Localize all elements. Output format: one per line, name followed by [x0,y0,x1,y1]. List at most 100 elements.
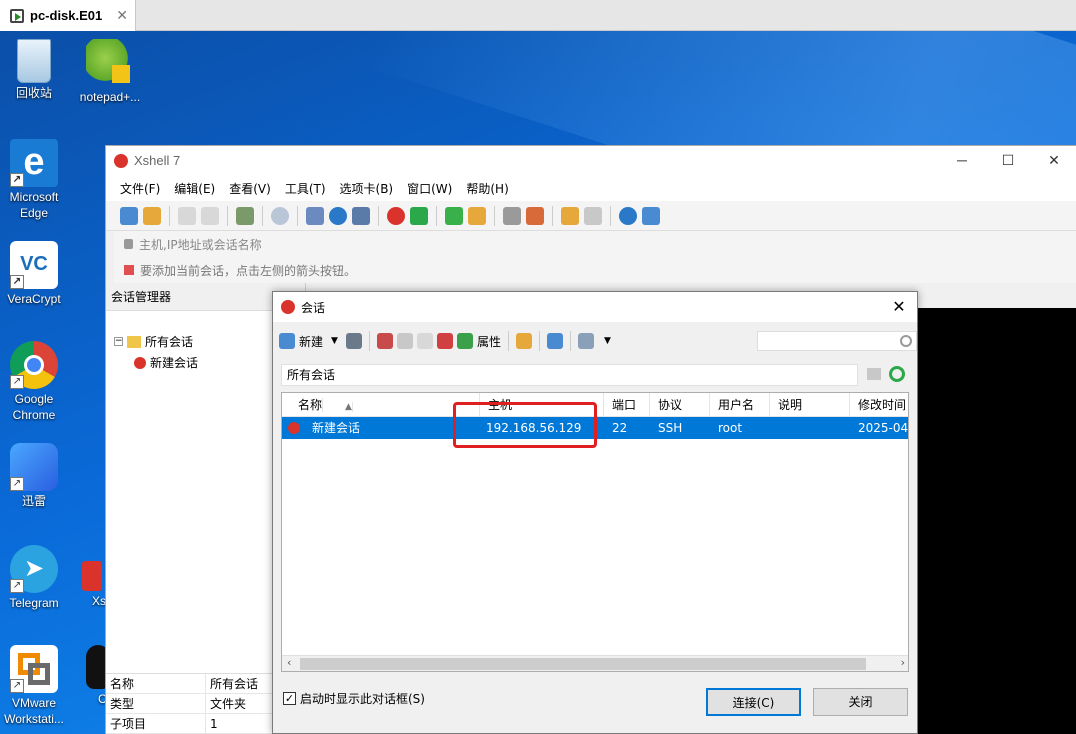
column-desc[interactable]: 说明 [770,393,850,417]
session-tree: − 所有会话 新建会话 [114,333,198,371]
keyboard-icon[interactable] [503,206,521,225]
copy-icon[interactable] [396,333,413,349]
maximize-button[interactable]: ☐ [985,146,1031,175]
xftp-icon[interactable] [410,206,428,225]
scroll-thumb[interactable] [300,658,866,670]
grid-icon[interactable] [584,206,602,225]
view-icon[interactable] [577,333,594,349]
vm-tab-bar: pc-disk.E01 ✕ [0,0,1076,31]
search-input[interactable] [757,331,917,351]
folder-up-icon[interactable] [867,368,881,380]
desktop-icon-chrome[interactable]: ↗ Google Chrome [0,341,71,423]
column-name[interactable]: 名称 ▲ [282,393,480,417]
xshell-title: Xshell 7 [134,153,181,168]
vm-tab[interactable]: pc-disk.E01 ✕ [0,0,136,31]
search-icon [900,335,912,347]
address-bar[interactable]: 主机,IP地址或会话名称 [114,231,1076,257]
scroll-left-icon[interactable]: ‹ [287,656,291,669]
cell-desc [770,417,850,439]
scroll-right-icon[interactable]: › [901,656,905,669]
properties-button[interactable]: 属性 [477,333,501,350]
dialog-toolbar: 新建 ▼ 属性 ▼ [279,328,917,354]
menu-edit[interactable]: 编辑(E) [174,180,215,197]
new-button[interactable]: 新建 [299,333,323,350]
menu-view[interactable]: 查看(V) [229,180,271,197]
cell-user: root [718,421,743,435]
paste-icon[interactable] [416,333,433,349]
path-bar[interactable]: 所有会话 [281,364,858,386]
shortcut-icon[interactable] [546,333,563,349]
highlight-icon[interactable] [526,206,544,225]
desktop-icon-label: notepad+... [79,90,141,104]
vm-icon [10,8,24,23]
desktop-icon-veracrypt[interactable]: VC ↗ VeraCrypt [0,241,71,307]
chrome-icon: ↗ [10,341,58,389]
minimize-button[interactable]: ─ [939,146,985,175]
window-close-button[interactable]: ✕ [1031,146,1076,175]
disconnect-icon[interactable] [201,206,219,225]
desktop-icon-notepad[interactable]: notepad+... [73,39,147,105]
lock-icon[interactable] [468,206,486,225]
column-protocol[interactable]: 协议 [650,393,710,417]
show-on-startup-checkbox[interactable]: ✓ 启动时显示此对话框(S) [283,690,425,707]
help-icon[interactable] [619,206,637,225]
column-modified[interactable]: 修改时间 [850,393,908,417]
cut-icon[interactable] [376,333,393,349]
menu-tools[interactable]: 工具(T) [285,180,326,197]
cell-port: 22 [612,421,628,435]
dialog-close-button[interactable]: ✕ [887,295,911,319]
desktop-icon-xshell[interactable]: Xs [70,561,110,609]
desktop-icon-vmware[interactable]: ↗ VMware Workstati... [0,645,71,727]
save-icon[interactable] [345,333,362,349]
desktop-icon-recycle-bin[interactable]: 回收站 [0,39,71,101]
globe-icon[interactable] [329,206,347,225]
address-placeholder: 主机,IP地址或会话名称 [139,237,262,252]
fullscreen-icon[interactable] [445,206,463,225]
search-icon[interactable] [271,206,289,225]
hint-bar: 要添加当前会话，点击左侧的箭头按钮。 [114,257,1076,283]
menu-file[interactable]: 文件(F) [120,180,160,197]
checkbox-checked-icon[interactable]: ✓ [283,692,296,705]
open-folder-icon[interactable] [515,333,532,349]
new-folder-icon[interactable] [561,206,579,225]
tree-item-new-session[interactable]: 新建会话 [134,354,198,371]
chevron-down-icon[interactable]: ▼ [604,336,611,346]
font-icon[interactable] [352,206,370,225]
layout-icon[interactable] [306,206,324,225]
xshell-icon [82,561,102,591]
refresh-icon[interactable] [889,366,905,382]
chevron-down-icon[interactable]: ▼ [331,336,338,346]
open-folder-icon[interactable] [143,206,161,225]
desktop-icon-xunlei[interactable]: ↗ 迅雷 [0,443,71,509]
connect-icon[interactable] [178,206,196,225]
menu-help[interactable]: 帮助(H) [466,180,508,197]
xshell-icon[interactable] [387,206,405,225]
xshell-logo-icon [114,153,128,168]
close-button[interactable]: 关闭 [813,688,908,716]
arrow-icon[interactable] [124,265,134,275]
delete-icon[interactable] [436,333,453,349]
close-icon[interactable]: ✕ [116,8,128,24]
collapse-icon[interactable]: − [114,337,123,346]
desktop-icon-label: 回收站 [15,86,52,100]
vmware-icon: ↗ [10,645,58,693]
desktop-icon-label: Google Chrome [12,392,56,422]
tree-item-all-sessions[interactable]: − 所有会话 [114,333,198,350]
recycle-bin-icon [17,39,51,83]
new-tab-icon[interactable] [236,206,254,225]
desktop-icon-telegram[interactable]: ➤ ↗ Telegram [0,545,71,611]
desktop-icon-edge[interactable]: e ↗ Microsoft Edge [0,139,71,221]
dialog-title: 会话 [301,300,326,315]
session-dialog: 会话 ✕ 新建 ▼ 属性 ▼ 所有会话 名称▲ 主机 端口 协议 用户名 说明 [272,291,918,734]
menu-window[interactable]: 窗口(W) [407,180,452,197]
cell-name: 新建会话 [312,421,361,435]
chat-icon[interactable] [642,206,660,225]
new-session-icon[interactable] [120,206,138,225]
connect-button[interactable]: 连接(C) [706,688,801,716]
menu-tabs[interactable]: 选项卡(B) [340,180,394,197]
column-user[interactable]: 用户名 [710,393,770,417]
session-icon [288,422,300,434]
horizontal-scrollbar[interactable]: ‹ › [282,655,908,671]
column-port[interactable]: 端口 [604,393,650,417]
xunlei-icon: ↗ [10,443,58,491]
